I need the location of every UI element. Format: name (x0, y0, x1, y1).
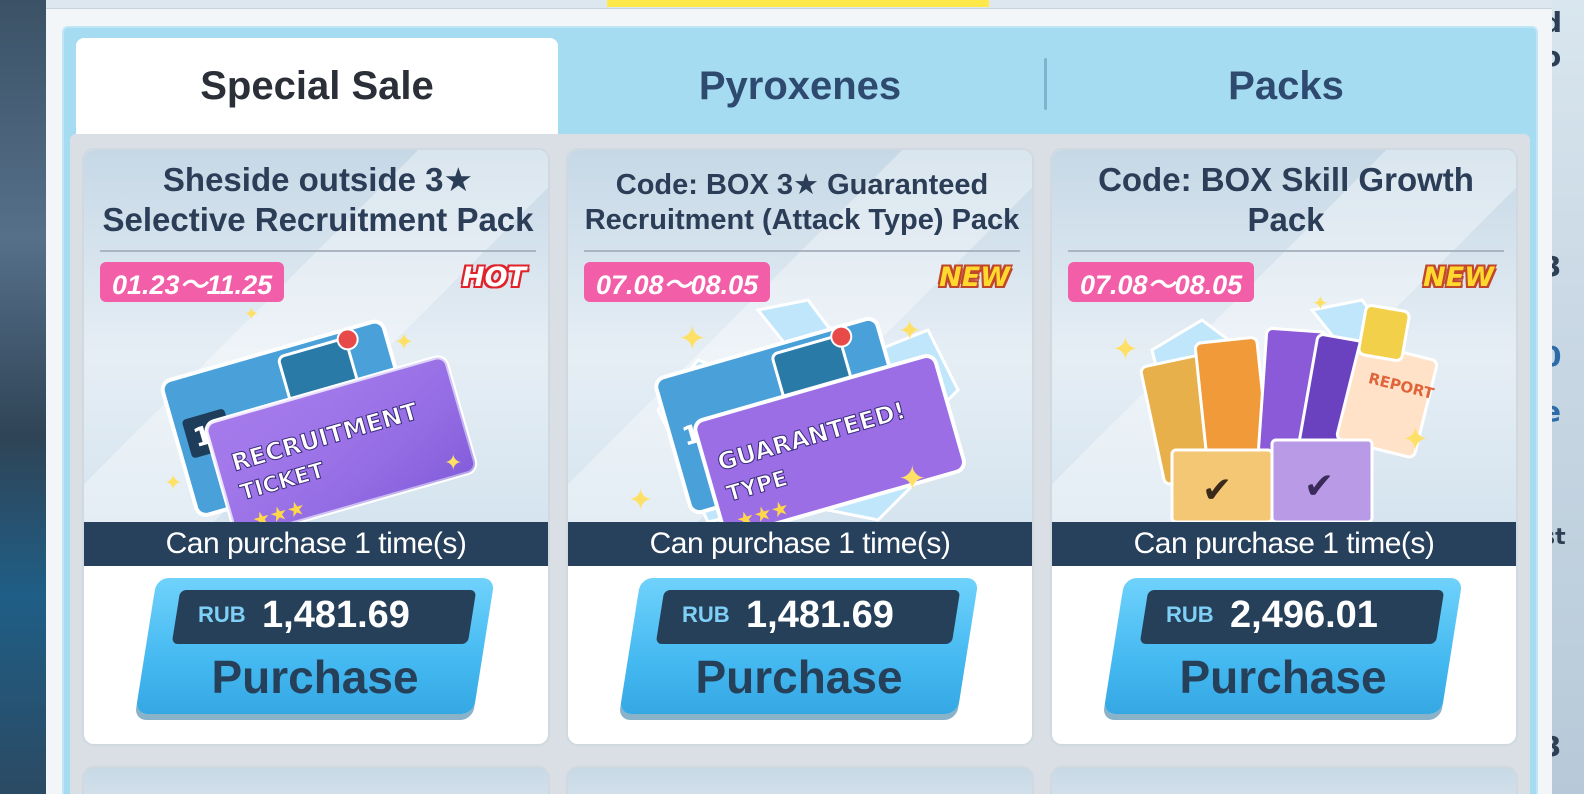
date-badge: 01.23〜11.25 (100, 262, 285, 302)
purchase-button[interactable]: RUB 1,481.69 Purchase (135, 578, 495, 714)
price-currency: RUB (1166, 602, 1214, 627)
background-left (0, 0, 46, 794)
svg-text:✦: ✦ (244, 304, 259, 324)
new-tag: NEW (939, 262, 1010, 293)
purchase-label: Purchase (211, 651, 419, 703)
recruitment-ticket-icon: 10 RECRUITMENT TICKET ★★★ (160, 304, 478, 522)
price-value: 2,496.01 (1230, 594, 1378, 636)
svg-text:✦: ✦ (1402, 421, 1429, 457)
price-value: 1,481.69 (746, 594, 894, 636)
purchase-label: Purchase (1179, 651, 1387, 703)
shop-panel: Special Sale Pyroxenes Packs Sheside out… (46, 0, 1552, 794)
date-badge: 07.08〜08.05 (584, 262, 771, 302)
purchase-limit: Can purchase 1 time(s) (84, 522, 548, 566)
product-title: Code: BOX Skill Growth Pack (1098, 161, 1474, 238)
svg-text:✦: ✦ (898, 460, 927, 498)
purchase-limit: Can purchase 1 time(s) (1052, 522, 1516, 566)
new-tag: NEW (1423, 262, 1494, 293)
tab-bar: Special Sale Pyroxenes Packs (76, 38, 1526, 134)
product-card: Code: BOX Skill Growth Pack REPORT ✔ ✔ ✦… (1050, 148, 1518, 746)
purchase-button[interactable]: RUB 1,481.69 Purchase (619, 578, 979, 714)
svg-text:✦: ✦ (164, 470, 182, 495)
title-divider (1068, 250, 1504, 252)
svg-text:✦: ✦ (444, 450, 462, 475)
tab-pyroxenes[interactable]: Pyroxenes (558, 38, 1042, 134)
product-card: Code: BOX 3★ Guaranteed Recruitment (Att… (566, 148, 1034, 746)
tab-special-sale[interactable]: Special Sale (76, 38, 558, 134)
product-card-next-row[interactable] (82, 766, 550, 794)
title-divider (584, 250, 1020, 252)
svg-text:✦: ✦ (1112, 331, 1139, 367)
tab-packs[interactable]: Packs (1046, 38, 1526, 134)
hot-tag: HOT (462, 262, 526, 293)
guaranteed-ticket-icon: 10 GUARANTEED! TYPE ★★★ ✦ ✦ ✦ ✦ (628, 298, 966, 522)
product-card-next-row[interactable] (1050, 766, 1518, 794)
title-divider (100, 250, 536, 252)
product-card: Sheside outside 3★ Selective Recruitment… (82, 148, 550, 746)
product-grid: Sheside outside 3★ Selective Recruitment… (70, 134, 1530, 794)
svg-text:✦: ✦ (1312, 293, 1329, 315)
svg-text:✦: ✦ (898, 315, 921, 346)
purchase-button[interactable]: RUB 2,496.01 Purchase (1103, 578, 1463, 714)
svg-text:✦: ✦ (678, 320, 707, 358)
svg-text:✔: ✔ (1304, 465, 1334, 506)
purchase-label: Purchase (695, 651, 903, 703)
svg-text:✔: ✔ (1202, 469, 1232, 510)
price-currency: RUB (198, 602, 246, 627)
product-card-next-row[interactable] (566, 766, 1034, 794)
shop-frame: Special Sale Pyroxenes Packs Sheside out… (62, 26, 1538, 794)
product-title: Code: BOX 3★ Guaranteed Recruitment (Att… (584, 169, 1020, 237)
product-title: Sheside outside 3★ Selective Recruitment… (102, 161, 534, 238)
skill-books-icon: REPORT ✔ ✔ ✦ ✦ ✦ (1112, 293, 1439, 522)
svg-text:✦: ✦ (628, 484, 653, 517)
price-currency: RUB (682, 602, 730, 627)
date-badge: 07.08〜08.05 (1068, 262, 1255, 302)
top-highlight (607, 0, 989, 7)
price-value: 1,481.69 (262, 594, 410, 636)
svg-text:✦: ✦ (394, 329, 414, 356)
purchase-limit: Can purchase 1 time(s) (568, 522, 1032, 566)
